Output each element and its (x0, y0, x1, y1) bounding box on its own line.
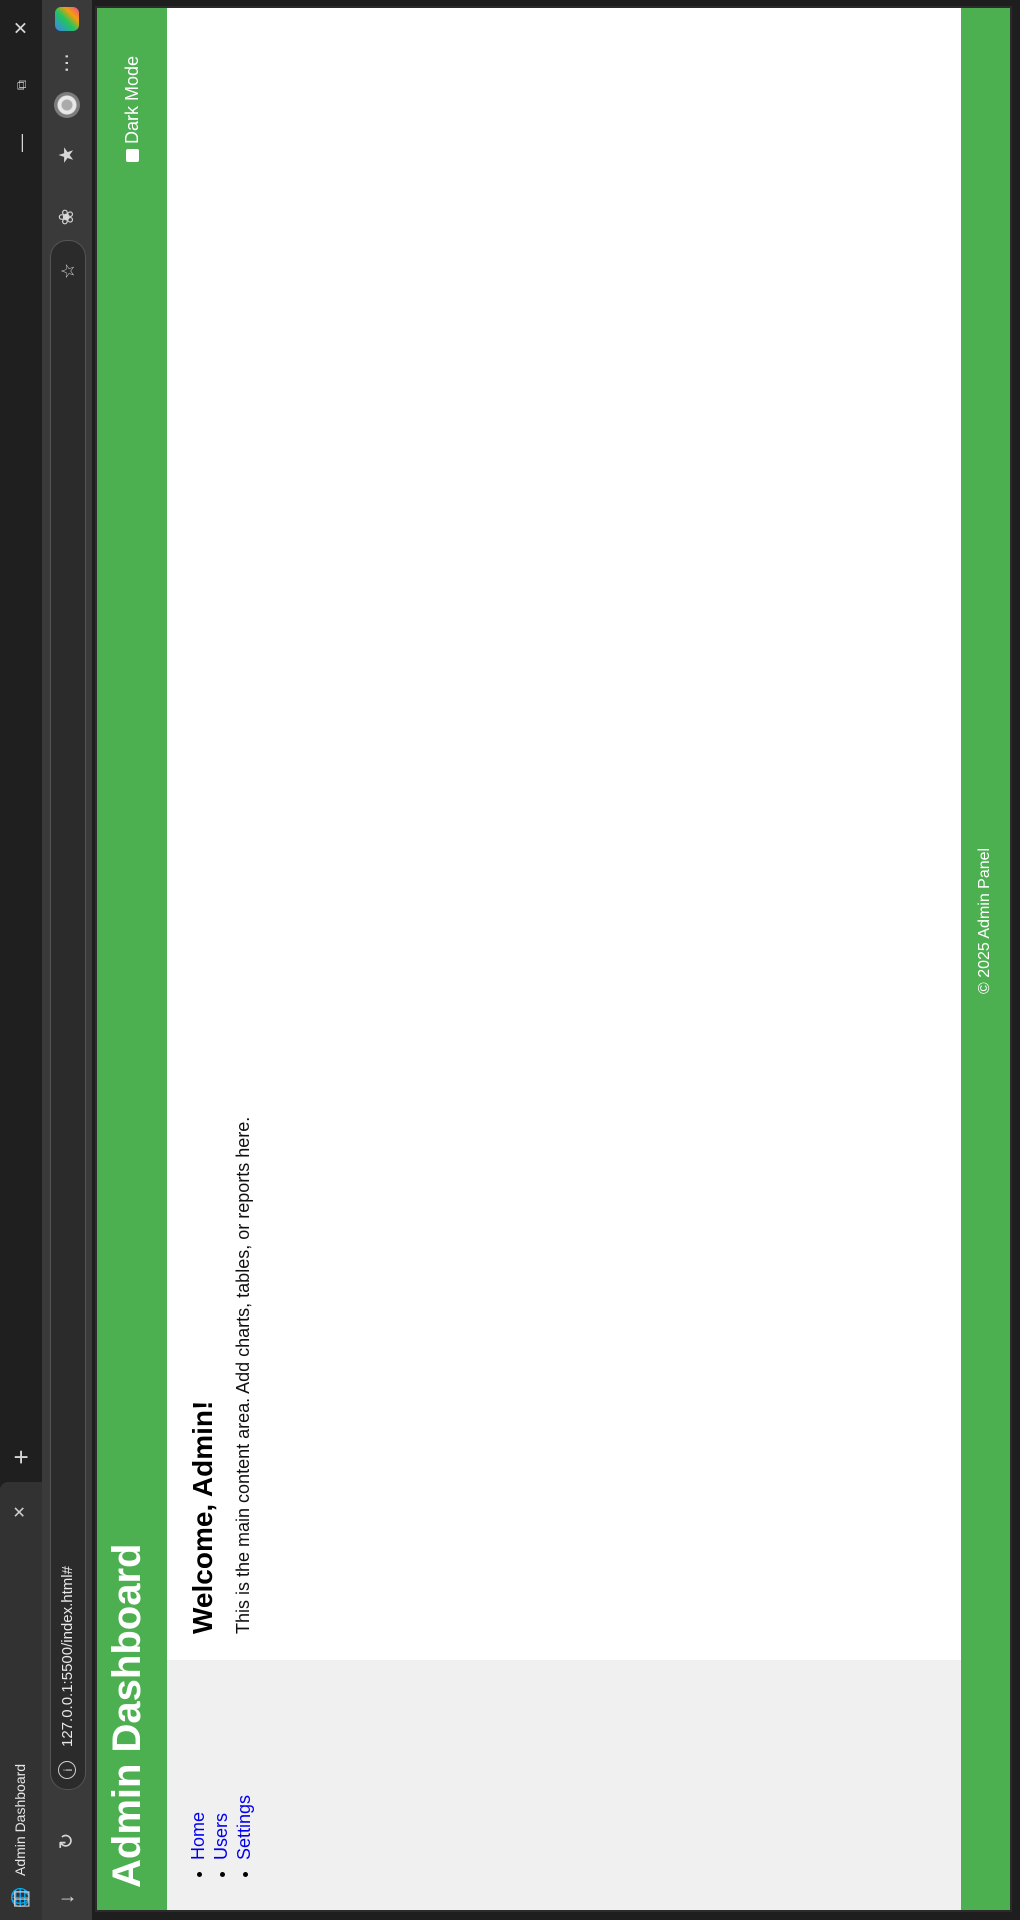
nav-link-users[interactable]: Users (211, 1813, 231, 1860)
welcome-heading: Welcome, Admin! (187, 1400, 218, 1634)
star-plus-icon[interactable]: ☆ (56, 259, 80, 283)
copilot-icon[interactable] (52, 4, 82, 34)
puzzle-icon[interactable]: ❀ (52, 202, 82, 232)
sidebar-item-home: Home (187, 1795, 210, 1860)
page-title: Admin Dashboard (105, 1543, 149, 1888)
nav-list: Home Users Settings (187, 1795, 256, 1884)
sidebar-item-users: Users (210, 1795, 233, 1860)
close-window-icon[interactable]: ✕ (6, 13, 36, 43)
main-content: Welcome, Admin! This is the main content… (167, 8, 961, 1660)
info-icon[interactable]: i (58, 1761, 76, 1779)
sidebar-item-settings: Settings (233, 1795, 256, 1860)
restore-icon[interactable]: ⧉ (6, 70, 36, 100)
nav-link-home[interactable]: Home (188, 1812, 208, 1860)
sidebar: Home Users Settings (167, 1660, 961, 1910)
profile-icon[interactable] (52, 90, 82, 120)
url-text[interactable]: 127.0.0.1:5500/index.html# (59, 1566, 76, 1747)
web-page: Admin Dashboard Dark Mode Home Users Set… (95, 6, 1012, 1912)
plus-icon[interactable]: + (6, 1442, 36, 1472)
site-header: Admin Dashboard Dark Mode (97, 8, 167, 1910)
site-footer: © 2025 Admin Panel (961, 8, 1010, 1910)
minimize-icon[interactable]: — (6, 128, 36, 158)
address-bar[interactable]: i 127.0.0.1:5500/index.html# ☆ (50, 240, 86, 1790)
arrow-down-icon[interactable]: ↓ (52, 1884, 82, 1914)
tab-bar: 🌐 Admin Dashboard ✕ + — ⧉ ✕ (0, 0, 42, 1920)
ellipsis-icon[interactable]: ⋯ (52, 48, 82, 78)
star-list-icon[interactable]: ★ (52, 140, 82, 170)
tab-admin-dashboard[interactable]: 🌐 Admin Dashboard ✕ (0, 1482, 42, 1920)
welcome-text: This is the main content area. Add chart… (233, 1116, 253, 1634)
footer-text: © 2025 Admin Panel (976, 847, 993, 994)
dark-mode-label: Dark Mode (122, 55, 142, 144)
nav-link-settings[interactable]: Settings (234, 1795, 254, 1860)
browser-window: 🌐 Admin Dashboard ✕ + — ⧉ ✕ ◫ ↓ ↻ i 127.… (0, 0, 1020, 1920)
dark-mode-checkbox[interactable] (126, 149, 139, 162)
sidebar-toggle-icon[interactable]: ◫ (6, 1884, 36, 1914)
browser-toolbar: ◫ ↓ ↻ i 127.0.0.1:5500/index.html# ☆ ❀ ★… (10, 0, 92, 1920)
tab-title: Admin Dashboard (12, 1763, 28, 1876)
refresh-icon[interactable]: ↻ (52, 1826, 82, 1856)
dark-mode-toggle[interactable]: Dark Mode (122, 56, 143, 162)
close-icon[interactable]: ✕ (9, 1500, 33, 1524)
